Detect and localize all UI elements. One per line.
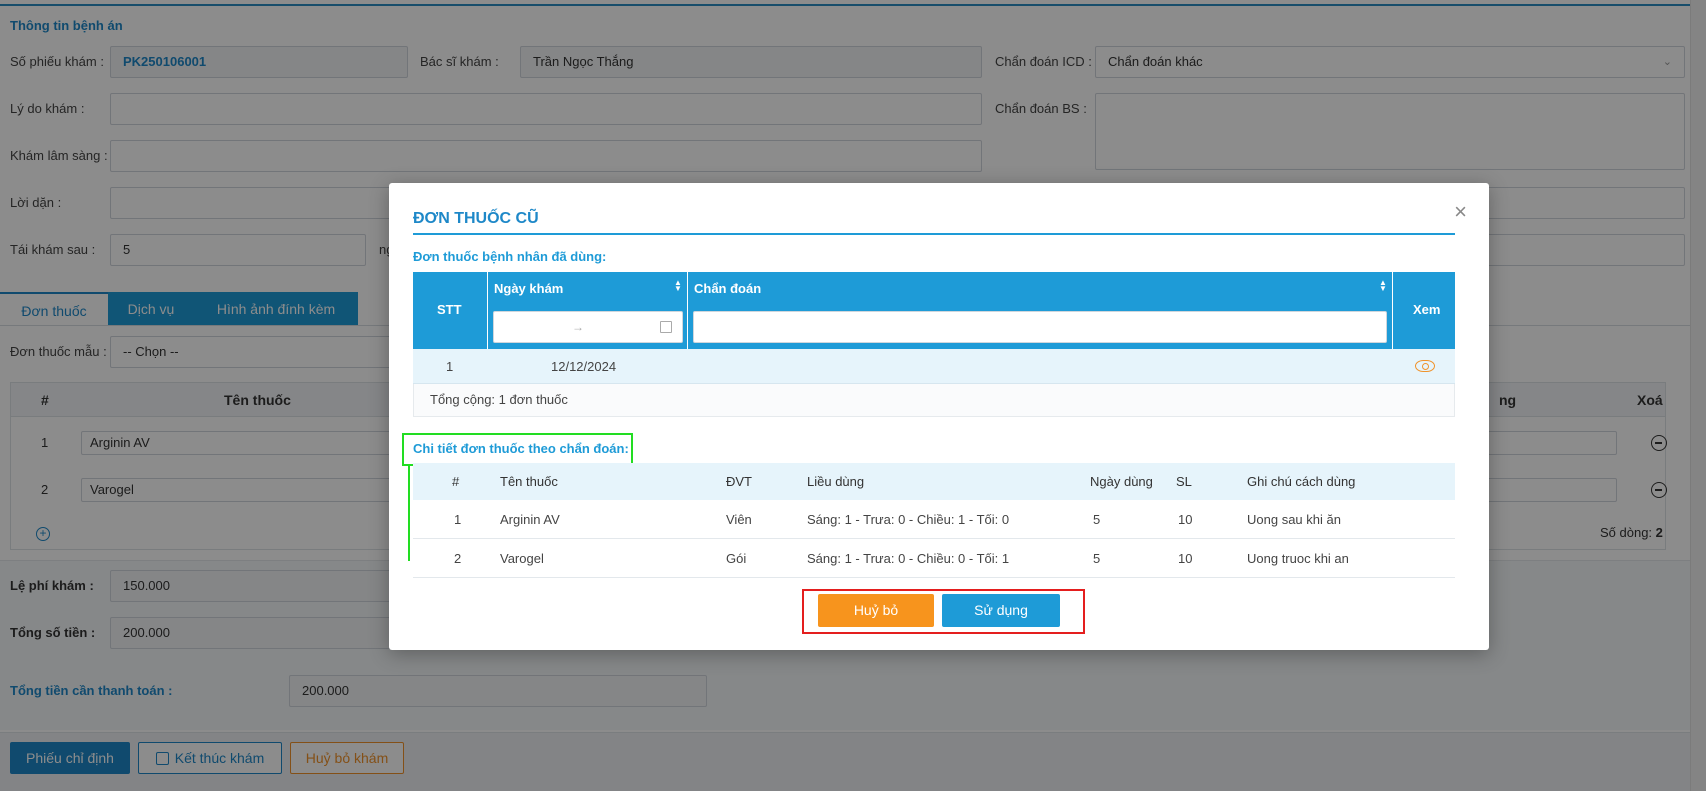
close-icon[interactable]: ×	[1454, 201, 1467, 223]
detail-index: 1	[454, 512, 462, 527]
cancel-button[interactable]: Huỷ bỏ	[818, 594, 934, 627]
date-range-filter[interactable]: →	[493, 311, 683, 343]
diagnosis-filter-input[interactable]	[693, 311, 1387, 343]
detail-days: 5	[1093, 551, 1101, 566]
detail-title: Chi tiết đơn thuốc theo chẩn đoán:	[413, 441, 629, 456]
history-total-bar: Tổng cộng: 1 đơn thuốc	[413, 384, 1455, 417]
col-qty: SL	[1176, 474, 1192, 489]
history-row-index: 1	[446, 359, 454, 374]
modal-title-divider	[413, 233, 1455, 235]
detail-row: 2 Varogel Gói Sáng: 1 - Trưa: 0 - Chiều:…	[413, 539, 1455, 578]
col-diagnosis-label: Chẩn đoán	[694, 281, 762, 296]
col-date-label: Ngày khám	[494, 281, 564, 296]
sort-icon[interactable]: ▲ ▼	[1379, 279, 1387, 293]
detail-note: Uong truoc khi an	[1247, 551, 1349, 566]
col-dosage: Liều dùng	[807, 474, 865, 489]
sort-icon[interactable]: ▲ ▼	[674, 279, 682, 293]
eye-icon[interactable]	[1415, 360, 1435, 372]
modal-title: ĐƠN THUỐC CŨ	[413, 210, 539, 227]
detail-days: 5	[1093, 512, 1101, 527]
detail-unit: Gói	[726, 551, 747, 566]
col-view-label: Xem	[1413, 302, 1441, 317]
detail-qty: 10	[1178, 551, 1193, 566]
history-title: Đơn thuốc bệnh nhân đã dùng:	[413, 249, 607, 264]
col-stt-label: STT	[437, 302, 462, 317]
history-total: Tổng cộng: 1 đơn thuốc	[430, 392, 568, 407]
col-unit: ĐVT	[726, 474, 752, 489]
col-index: #	[452, 474, 460, 489]
col-stt: STT	[413, 272, 488, 349]
date-range-arrow: →	[572, 320, 584, 334]
history-table-header: STT Ngày khám ▲ ▼ Chẩn đoán ▲ ▼ Xem →	[413, 272, 1455, 349]
col-days: Ngày dùng	[1090, 474, 1153, 489]
old-prescription-modal: ĐƠN THUỐC CŨ × Đơn thuốc bệnh nhân đã dù…	[389, 183, 1489, 650]
detail-unit: Viên	[726, 512, 752, 527]
detail-qty: 10	[1178, 512, 1193, 527]
col-note: Ghi chú cách dùng	[1247, 474, 1356, 489]
use-button[interactable]: Sử dụng	[942, 594, 1060, 627]
detail-dosage: Sáng: 1 - Trưa: 0 - Chiều: 0 - Tối: 1	[807, 551, 1010, 566]
detail-dosage: Sáng: 1 - Trưa: 0 - Chiều: 1 - Tối: 0	[807, 512, 1010, 527]
annotation-green-line	[408, 466, 410, 561]
history-row-date: 12/12/2024	[551, 359, 617, 374]
detail-name: Arginin AV	[500, 512, 560, 527]
calendar-icon[interactable]	[660, 321, 672, 333]
detail-table-header: # Tên thuốc ĐVT Liều dùng Ngày dùng SL G…	[413, 463, 1455, 500]
col-view: Xem	[1393, 272, 1455, 349]
detail-index: 2	[454, 551, 462, 566]
detail-row: 1 Arginin AV Viên Sáng: 1 - Trưa: 0 - Ch…	[413, 500, 1455, 539]
history-row[interactable]: 1 12/12/2024	[413, 349, 1455, 384]
detail-note: Uong sau khi ăn	[1247, 512, 1341, 527]
col-name: Tên thuốc	[500, 474, 558, 489]
detail-name: Varogel	[500, 551, 544, 566]
